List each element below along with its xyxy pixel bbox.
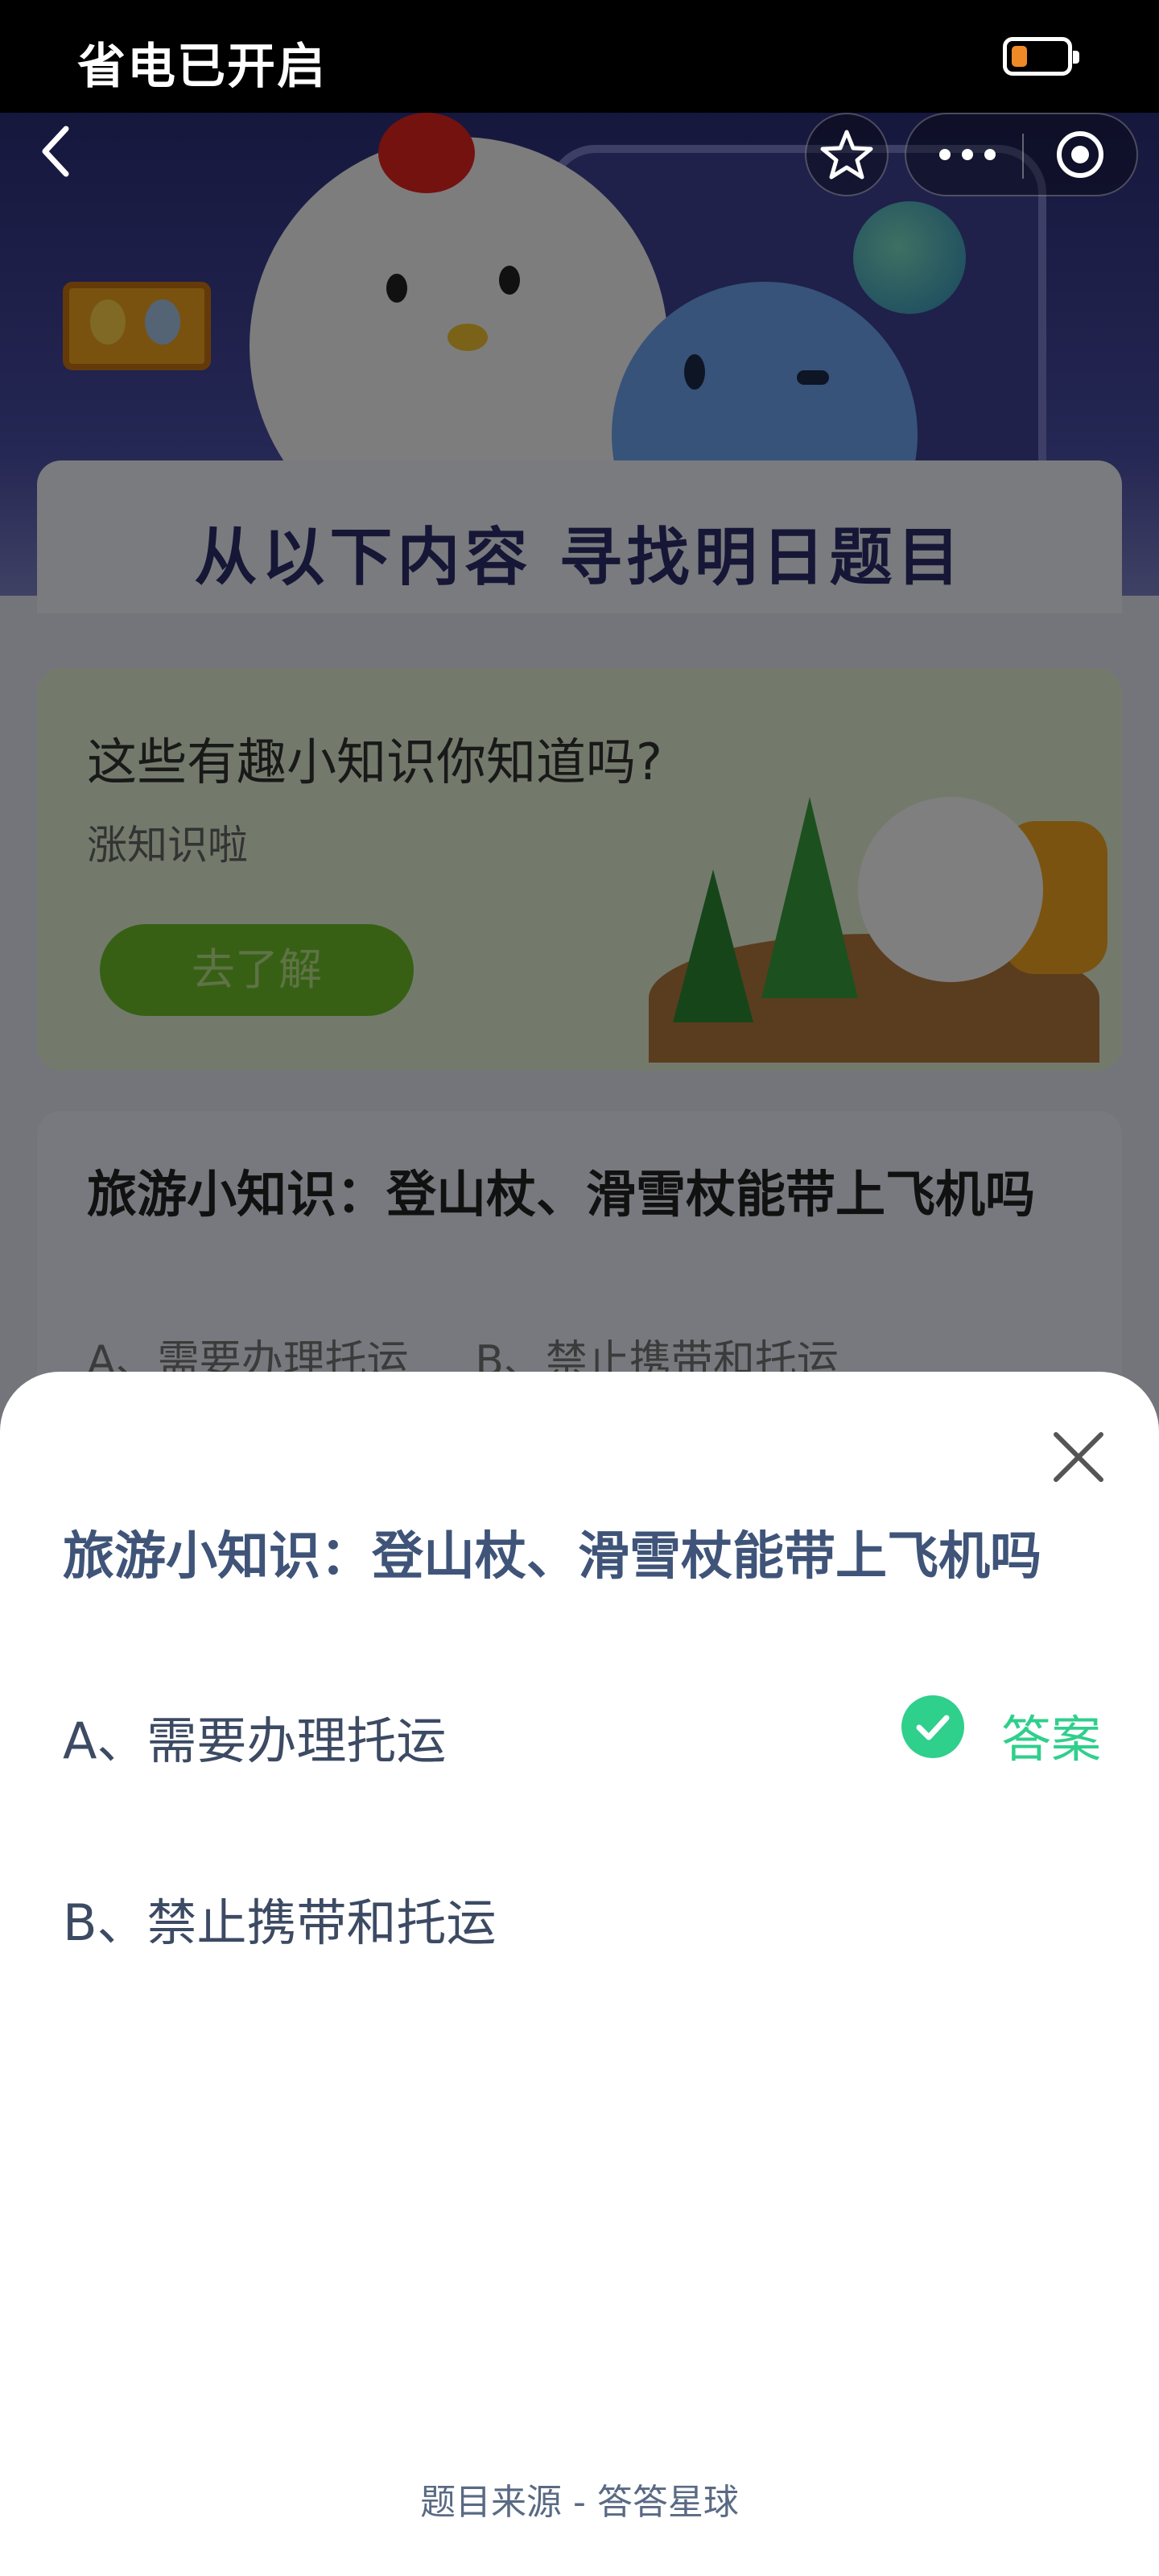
- power-saving-status: 省电已开启: [77, 39, 327, 95]
- mini-program-capsule: [905, 113, 1138, 196]
- more-button[interactable]: [906, 114, 1022, 195]
- target-close-icon: [1057, 131, 1103, 178]
- star-outline-icon: [820, 130, 873, 180]
- status-bar: 省电已开启: [0, 0, 1159, 113]
- option-b[interactable]: B、禁止携带和托运: [63, 1860, 1101, 1956]
- close-icon: [1054, 1432, 1103, 1482]
- back-button[interactable]: [27, 119, 84, 184]
- question-title: 旅游小知识：登山杖、滑雪杖能带上飞机吗: [63, 1527, 1041, 1587]
- sheet-close-button[interactable]: [1046, 1425, 1111, 1489]
- favorite-button[interactable]: [805, 113, 889, 196]
- answer-badge: 答案: [892, 1695, 1101, 1769]
- battery-icon: [1003, 37, 1079, 76]
- answer-label: 答案: [1000, 1710, 1101, 1769]
- question-source: 题目来源 - 答答星球: [420, 2482, 739, 2523]
- option-a[interactable]: A、需要办理托运 答案: [63, 1678, 1101, 1774]
- more-dots-icon: [939, 149, 996, 160]
- chevron-left-icon: [42, 126, 69, 177]
- check-circle-icon: [901, 1695, 964, 1758]
- exit-mini-program-button[interactable]: [1024, 114, 1136, 195]
- battery-level-fill: [1012, 46, 1027, 67]
- answer-bottom-sheet: 旅游小知识：登山杖、滑雪杖能带上飞机吗 A、需要办理托运 答案 B、禁止携带和托…: [0, 1372, 1159, 2576]
- option-a-label: A、需要办理托运: [63, 1711, 447, 1770]
- option-b-label: B、禁止携带和托运: [63, 1893, 497, 1952]
- battery-cap: [1073, 51, 1079, 64]
